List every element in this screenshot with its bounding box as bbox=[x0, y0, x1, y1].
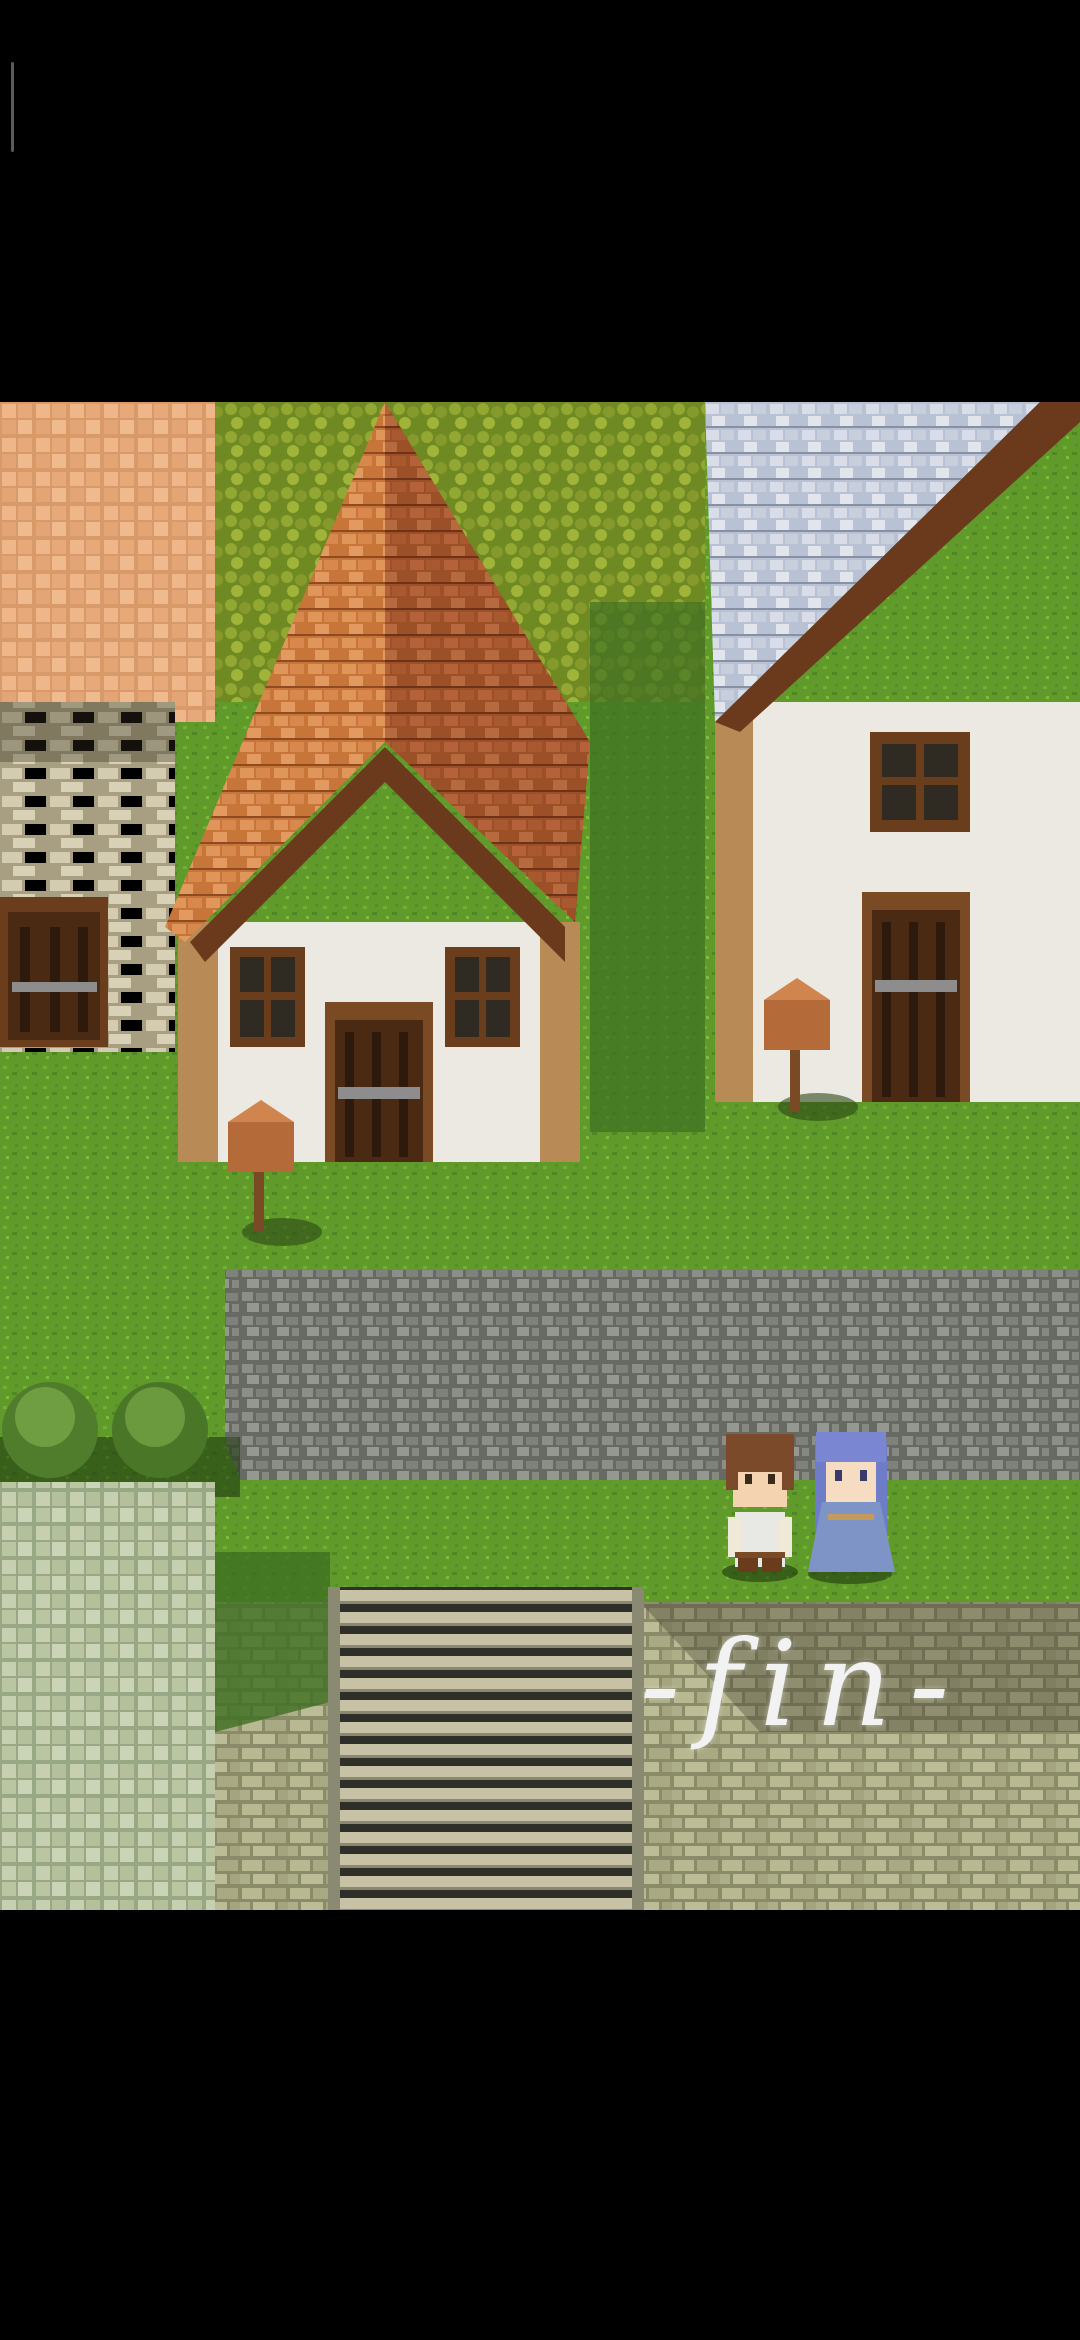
scroll-indicator[interactable] bbox=[11, 62, 14, 152]
ending-fin-text: -fin- bbox=[640, 1615, 968, 1753]
stone-stairs bbox=[328, 1587, 644, 1910]
tree-shadow bbox=[590, 602, 705, 1132]
bottom-letterbox bbox=[0, 1910, 1080, 2340]
lower-left-roof bbox=[0, 1482, 215, 1910]
top-letterbox bbox=[0, 0, 1080, 402]
cobblestone-road bbox=[225, 1270, 1080, 1480]
heroine-character bbox=[808, 1432, 895, 1584]
